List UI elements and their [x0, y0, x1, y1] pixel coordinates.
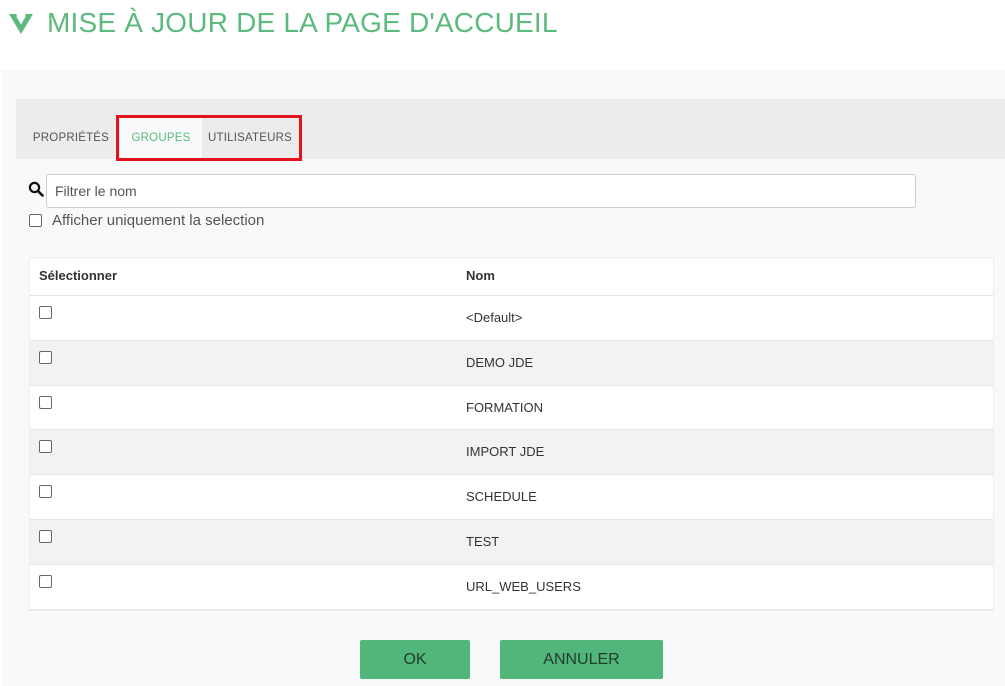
only-selection-label: Afficher uniquement la selection: [52, 212, 265, 229]
row-name: URL_WEB_USERS: [466, 578, 581, 594]
v-logo-icon: [9, 14, 33, 34]
tab-groupes[interactable]: GROUPES: [120, 117, 202, 159]
dialog-panel: PROPRIÉTÉS GROUPES UTILISATEURS Afficher…: [2, 70, 1005, 686]
table-row[interactable]: IMPORT JDE: [30, 430, 993, 476]
table-header: Sélectionner Nom: [30, 258, 993, 296]
row-name: SCHEDULE: [466, 489, 537, 505]
ok-button[interactable]: OK: [360, 640, 470, 679]
row-name: IMPORT JDE: [466, 444, 545, 460]
row-name: FORMATION: [466, 399, 544, 415]
row-checkbox[interactable]: [39, 395, 52, 409]
tab-utilisateurs[interactable]: UTILISATEURS: [202, 117, 298, 159]
page-title: MISE À JOUR DE LA PAGE D'ACCUEIL: [47, 7, 558, 38]
table-row[interactable]: FORMATION: [30, 386, 993, 431]
row-checkbox[interactable]: [39, 529, 52, 543]
groups-table: Sélectionner Nom <Default> DEMO JDE FORM…: [29, 257, 994, 611]
row-checkbox[interactable]: [39, 350, 52, 364]
row-checkbox[interactable]: [39, 440, 52, 454]
row-checkbox[interactable]: [39, 306, 52, 319]
table-row[interactable]: <Default>: [30, 296, 993, 341]
column-header-select[interactable]: Sélectionner: [39, 258, 117, 296]
table-row[interactable]: TEST: [30, 519, 993, 565]
tab-bar: PROPRIÉTÉS GROUPES UTILISATEURS: [16, 99, 1005, 159]
filter-name-input[interactable]: [46, 174, 916, 208]
row-name: <Default>: [466, 310, 523, 325]
row-checkbox[interactable]: [39, 485, 52, 499]
row-name: DEMO JDE: [466, 354, 534, 370]
page-header: MISE À JOUR DE LA PAGE D'ACCUEIL: [0, 0, 1005, 70]
tab-proprietes[interactable]: PROPRIÉTÉS: [28, 117, 114, 159]
only-selection-checkbox[interactable]: [29, 214, 42, 227]
table-row[interactable]: URL_WEB_USERS: [30, 565, 993, 610]
search-icon: [28, 181, 44, 197]
table-row[interactable]: DEMO JDE: [30, 340, 993, 386]
row-name: TEST: [466, 533, 500, 549]
cancel-button[interactable]: ANNULER: [500, 640, 663, 679]
table-row[interactable]: SCHEDULE: [30, 475, 993, 520]
row-checkbox[interactable]: [39, 574, 52, 588]
column-header-name[interactable]: Nom: [466, 258, 495, 296]
